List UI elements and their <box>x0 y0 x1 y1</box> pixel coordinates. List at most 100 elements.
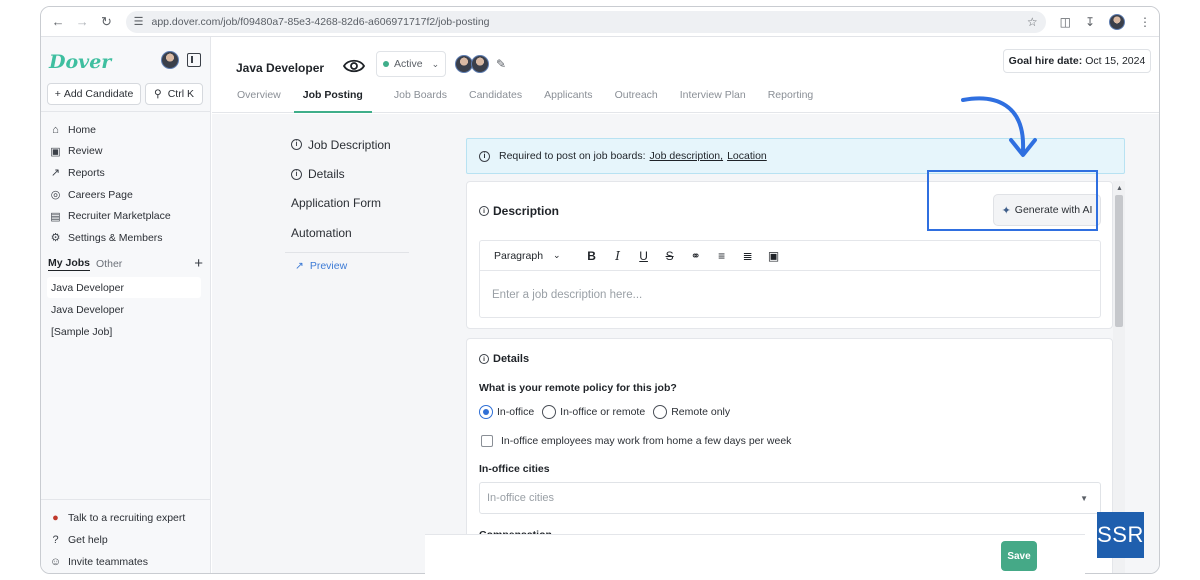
radio-in-office[interactable]: In-office <box>479 405 534 419</box>
numbered-list-icon[interactable]: ≣ <box>737 246 759 266</box>
more-menu-icon[interactable]: ⋮ <box>1139 15 1151 29</box>
user-avatar[interactable] <box>161 51 179 69</box>
scroll-thumb[interactable] <box>1115 195 1123 327</box>
sidebar-item-label: Get help <box>68 534 108 546</box>
sidebar-item-label: Talk to a recruiting expert <box>68 512 186 524</box>
description-editor-input[interactable]: Enter a job description here... <box>480 271 1100 319</box>
sidebar-item-label: Review <box>68 145 103 158</box>
hybrid-checkbox-row[interactable]: In-office employees may work from home a… <box>481 435 791 447</box>
sidebar-item-careers-page[interactable]: ◎ Careers Page <box>49 184 203 206</box>
radio-unselected[interactable] <box>653 405 668 419</box>
radio-selected[interactable] <box>479 405 493 419</box>
talk-to-expert-link[interactable]: ● Talk to a recruiting expert <box>49 507 209 529</box>
image-icon[interactable]: ▣ <box>763 246 785 266</box>
radio-label: Remote only <box>671 406 731 418</box>
goal-hire-date-badge[interactable]: Goal hire date: Oct 15, 2024 <box>1003 49 1151 73</box>
sidebar-item-settings[interactable]: ⚙ Settings & Members <box>49 227 203 249</box>
preview-label: Preview <box>309 259 348 272</box>
underline-icon[interactable]: U <box>633 246 655 266</box>
help-icon: ? <box>52 534 59 546</box>
eye-icon[interactable] <box>343 58 365 74</box>
sidebar-divider <box>41 499 211 500</box>
tab-interview-plan[interactable]: Interview Plan <box>680 87 757 113</box>
collapse-sidebar-icon[interactable] <box>187 53 201 67</box>
reload-icon[interactable]: ↻ <box>97 12 115 32</box>
section-nav-label: Job Description <box>308 137 391 152</box>
back-icon[interactable]: ← <box>49 12 67 32</box>
tab-other-jobs[interactable]: Other <box>96 258 122 270</box>
ssr-watermark-logo: SSR <box>1097 512 1144 558</box>
in-office-cities-select[interactable]: In-office cities ▼ <box>479 482 1101 514</box>
dover-logo[interactable]: Dover <box>49 51 111 73</box>
review-icon: ▣ <box>50 145 61 158</box>
sidebar-item-label: Reports <box>68 166 105 179</box>
add-job-icon[interactable]: + <box>194 256 203 271</box>
info-icon: i <box>479 206 489 216</box>
radio-unselected[interactable] <box>542 405 557 419</box>
url-text: app.dover.com/job/f09480a7-85e3-4268-82d… <box>151 15 490 28</box>
sidebar-item-recruiter-marketplace[interactable]: ▤ Recruiter Marketplace <box>49 205 203 227</box>
profile-avatar[interactable] <box>1109 13 1126 30</box>
forward-icon[interactable]: → <box>73 12 91 32</box>
search-button[interactable]: ⚲ Ctrl K <box>145 83 203 105</box>
download-icon[interactable]: ↧ <box>1085 15 1095 29</box>
location-link[interactable]: Location <box>727 150 767 162</box>
site-settings-icon[interactable]: ☰ <box>134 15 144 28</box>
tab-candidates[interactable]: Candidates <box>469 87 533 113</box>
section-nav-job-description[interactable]: i Job Description <box>291 130 415 159</box>
sidebar-item-home[interactable]: ⌂ Home <box>49 119 203 141</box>
checkbox-label: In-office employees may work from home a… <box>501 435 792 447</box>
italic-icon[interactable]: I <box>607 246 629 266</box>
job-list-item[interactable]: Java Developer <box>47 277 201 298</box>
bullet-list-icon[interactable]: ≡ <box>711 246 733 266</box>
invite-teammates-link[interactable]: ☺ Invite teammates <box>49 551 209 573</box>
store-icon: ▤ <box>50 210 61 223</box>
extensions-icon[interactable]: ◫ <box>1060 15 1071 29</box>
gear-icon: ⚙ <box>50 232 61 245</box>
section-nav-details[interactable]: i Details <box>291 159 415 188</box>
tab-reporting[interactable]: Reporting <box>768 87 825 113</box>
highlight-box <box>927 170 1098 231</box>
sidebar-item-label: Settings & Members <box>68 231 163 244</box>
tab-job-posting[interactable]: Job Posting <box>293 87 372 113</box>
save-footer <box>425 534 1085 574</box>
address-bar[interactable]: ☰ app.dover.com/job/f09480a7-85e3-4268-8… <box>125 10 1046 33</box>
add-candidate-button[interactable]: + Add Candidate <box>47 83 141 105</box>
scroll-up-icon[interactable]: ▲ <box>1116 185 1123 192</box>
bold-icon[interactable]: B <box>581 246 603 266</box>
job-list-item[interactable]: Java Developer <box>47 299 201 320</box>
job-description-link[interactable]: Job description, <box>650 150 724 162</box>
tab-job-boards[interactable]: Job Boards <box>394 87 458 113</box>
hiring-team-avatars[interactable] <box>455 55 489 73</box>
sidebar-item-label: Careers Page <box>68 188 133 201</box>
section-nav-application-form[interactable]: Application Form <box>291 189 415 218</box>
get-help-link[interactable]: ? Get help <box>49 529 209 551</box>
bookmark-star-icon[interactable]: ☆ <box>1027 15 1038 29</box>
preview-link[interactable]: ↗ Preview <box>291 257 415 275</box>
sidebar-item-label: Recruiter Marketplace <box>68 210 171 223</box>
radio-remote-only[interactable]: Remote only <box>653 405 730 419</box>
tab-applicants[interactable]: Applicants <box>544 87 603 113</box>
radio-in-office-or-remote[interactable]: In-office or remote <box>542 405 645 419</box>
tab-outreach[interactable]: Outreach <box>615 87 669 113</box>
job-list-item[interactable]: [Sample Job] <box>47 321 201 342</box>
remote-policy-radio-group: In-office In-office or remote Remote onl… <box>479 405 730 419</box>
hybrid-checkbox[interactable] <box>481 435 493 447</box>
pointer-arrow-icon <box>961 96 1037 157</box>
edit-pencil-icon[interactable]: ✎ <box>496 57 506 71</box>
strikethrough-icon[interactable]: S <box>659 246 681 266</box>
tab-my-jobs[interactable]: My Jobs <box>48 257 91 271</box>
goal-hire-date: Oct 15, 2024 <box>1085 55 1146 67</box>
link-icon[interactable]: ⚭ <box>685 246 707 266</box>
banner-text: Required to post on job boards: <box>499 150 646 162</box>
sidebar-item-reports[interactable]: ↗ Reports <box>49 162 203 184</box>
save-button[interactable]: Save <box>1001 541 1037 571</box>
sidebar-item-review[interactable]: ▣ Review <box>49 141 203 163</box>
paragraph-format-dropdown[interactable]: Paragraph ⌄ <box>486 246 569 266</box>
section-nav-divider <box>285 251 409 253</box>
sidebar-item-label: Invite teammates <box>68 556 148 568</box>
status-dropdown[interactable]: Active ⌄ <box>376 51 446 77</box>
section-nav-automation[interactable]: Automation <box>291 218 415 247</box>
avatar <box>471 55 489 73</box>
tab-overview[interactable]: Overview <box>237 87 292 113</box>
